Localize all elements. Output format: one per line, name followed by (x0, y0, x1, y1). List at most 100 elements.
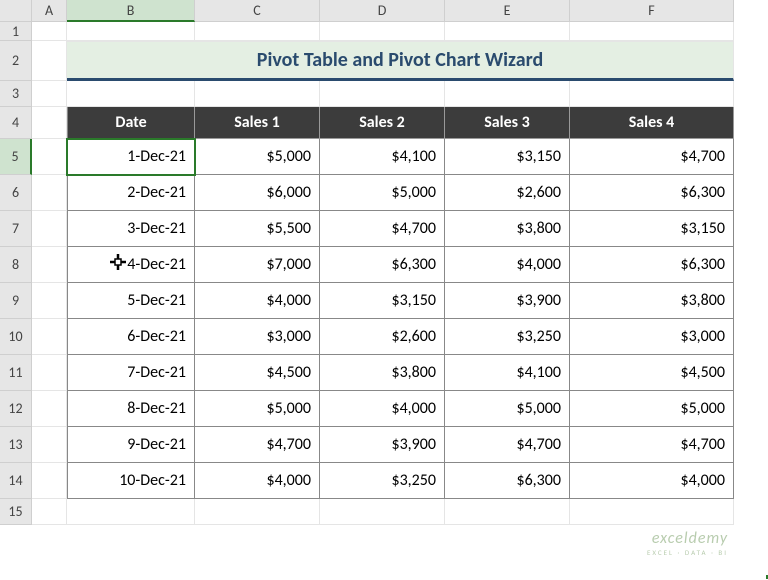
row-header-11[interactable]: 11 (0, 355, 32, 391)
cell-A3[interactable] (32, 81, 67, 107)
cell-A7[interactable] (32, 211, 67, 247)
cell-A9[interactable] (32, 283, 67, 319)
cell-A14[interactable] (32, 463, 67, 499)
cell-E8[interactable]: $4,000 (445, 247, 570, 283)
spreadsheet-grid[interactable]: A B C D E F 1 2 Pivot Table and Pivot Ch… (0, 0, 768, 525)
row-header-7[interactable]: 7 (0, 211, 32, 247)
cell-A1[interactable] (32, 22, 67, 41)
cell-D11[interactable]: $3,800 (320, 355, 445, 391)
cell-E11[interactable]: $4,100 (445, 355, 570, 391)
cell-E1[interactable] (445, 22, 570, 41)
row-header-14[interactable]: 14 (0, 463, 32, 499)
cell-D7[interactable]: $4,700 (320, 211, 445, 247)
cell-B11[interactable]: 7-Dec-21 (67, 355, 195, 391)
cell-A13[interactable] (32, 427, 67, 463)
cell-C1[interactable] (195, 22, 320, 41)
cell-B1[interactable] (67, 22, 195, 41)
cell-D5[interactable]: $4,100 (320, 139, 445, 175)
cell-D15[interactable] (320, 499, 445, 525)
cell-D14[interactable]: $3,250 (320, 463, 445, 499)
cell-D13[interactable]: $3,900 (320, 427, 445, 463)
cell-E3[interactable] (445, 81, 570, 107)
cell-C15[interactable] (195, 499, 320, 525)
th-sales4[interactable]: Sales 4 (570, 107, 734, 139)
row-header-10[interactable]: 10 (0, 319, 32, 355)
cell-A5[interactable] (32, 139, 67, 175)
cell-A15[interactable] (32, 499, 67, 525)
cell-E14[interactable]: $6,300 (445, 463, 570, 499)
cell-C11[interactable]: $4,500 (195, 355, 320, 391)
cell-F11[interactable]: $4,500 (570, 355, 734, 391)
cell-F13[interactable]: $4,700 (570, 427, 734, 463)
cell-C10[interactable]: $3,000 (195, 319, 320, 355)
cell-C6[interactable]: $6,000 (195, 175, 320, 211)
cell-D1[interactable] (320, 22, 445, 41)
row-header-12[interactable]: 12 (0, 391, 32, 427)
cell-E10[interactable]: $3,250 (445, 319, 570, 355)
cell-B9[interactable]: 5-Dec-21 (67, 283, 195, 319)
cell-D12[interactable]: $4,000 (320, 391, 445, 427)
row-header-8[interactable]: 8 (0, 247, 32, 283)
row-header-4[interactable]: 4 (0, 107, 32, 139)
th-date[interactable]: Date (67, 107, 195, 139)
cell-C12[interactable]: $5,000 (195, 391, 320, 427)
row-header-5[interactable]: 5 (0, 139, 32, 175)
row-header-6[interactable]: 6 (0, 175, 32, 211)
cell-F3[interactable] (570, 81, 734, 107)
cell-B3[interactable] (67, 81, 195, 107)
cell-C13[interactable]: $4,700 (195, 427, 320, 463)
cell-B15[interactable] (67, 499, 195, 525)
cell-A12[interactable] (32, 391, 67, 427)
cell-C3[interactable] (195, 81, 320, 107)
cell-D8[interactable]: $6,300 (320, 247, 445, 283)
cell-B14[interactable]: 10-Dec-21 (67, 463, 195, 499)
cell-A2[interactable] (32, 41, 67, 81)
cell-B8[interactable]: 4-Dec-21 (67, 247, 195, 283)
cell-E15[interactable] (445, 499, 570, 525)
cell-B6[interactable]: 2-Dec-21 (67, 175, 195, 211)
th-sales1[interactable]: Sales 1 (195, 107, 320, 139)
cell-E9[interactable]: $3,900 (445, 283, 570, 319)
cell-B12[interactable]: 8-Dec-21 (67, 391, 195, 427)
cell-C14[interactable]: $4,000 (195, 463, 320, 499)
cell-C5[interactable]: $5,000 (195, 139, 320, 175)
cell-E5[interactable]: $3,150 (445, 139, 570, 175)
cell-F10[interactable]: $3,000 (570, 319, 734, 355)
col-header-C[interactable]: C (195, 0, 320, 22)
cell-C9[interactable]: $4,000 (195, 283, 320, 319)
cell-D9[interactable]: $3,150 (320, 283, 445, 319)
row-header-15[interactable]: 15 (0, 499, 32, 525)
row-header-1[interactable]: 1 (0, 22, 32, 41)
row-header-2[interactable]: 2 (0, 41, 32, 81)
row-header-9[interactable]: 9 (0, 283, 32, 319)
cell-A6[interactable] (32, 175, 67, 211)
cell-F12[interactable]: $5,000 (570, 391, 734, 427)
cell-F9[interactable]: $3,800 (570, 283, 734, 319)
col-header-A[interactable]: A (32, 0, 67, 22)
cell-E13[interactable]: $4,700 (445, 427, 570, 463)
cell-C7[interactable]: $5,500 (195, 211, 320, 247)
cell-A8[interactable] (32, 247, 67, 283)
cell-D3[interactable] (320, 81, 445, 107)
th-sales2[interactable]: Sales 2 (320, 107, 445, 139)
col-header-D[interactable]: D (320, 0, 445, 22)
th-sales3[interactable]: Sales 3 (445, 107, 570, 139)
cell-E7[interactable]: $3,800 (445, 211, 570, 247)
cell-B7[interactable]: 3-Dec-21 (67, 211, 195, 247)
cell-F14[interactable]: $4,000 (570, 463, 734, 499)
cell-B10[interactable]: 6-Dec-21 (67, 319, 195, 355)
cell-C8[interactable]: $7,000 (195, 247, 320, 283)
cell-E6[interactable]: $2,600 (445, 175, 570, 211)
cell-D6[interactable]: $5,000 (320, 175, 445, 211)
cell-E12[interactable]: $5,000 (445, 391, 570, 427)
cell-B13[interactable]: 9-Dec-21 (67, 427, 195, 463)
cell-D10[interactable]: $2,600 (320, 319, 445, 355)
cell-F5[interactable]: $4,700 (570, 139, 734, 175)
col-header-B[interactable]: B (67, 0, 195, 22)
cell-A4[interactable] (32, 107, 67, 139)
select-all-corner[interactable] (0, 0, 32, 22)
cell-F8[interactable]: $6,300 (570, 247, 734, 283)
cell-B5[interactable]: 1-Dec-21 (67, 139, 195, 175)
cell-A10[interactable] (32, 319, 67, 355)
cell-F15[interactable] (570, 499, 734, 525)
